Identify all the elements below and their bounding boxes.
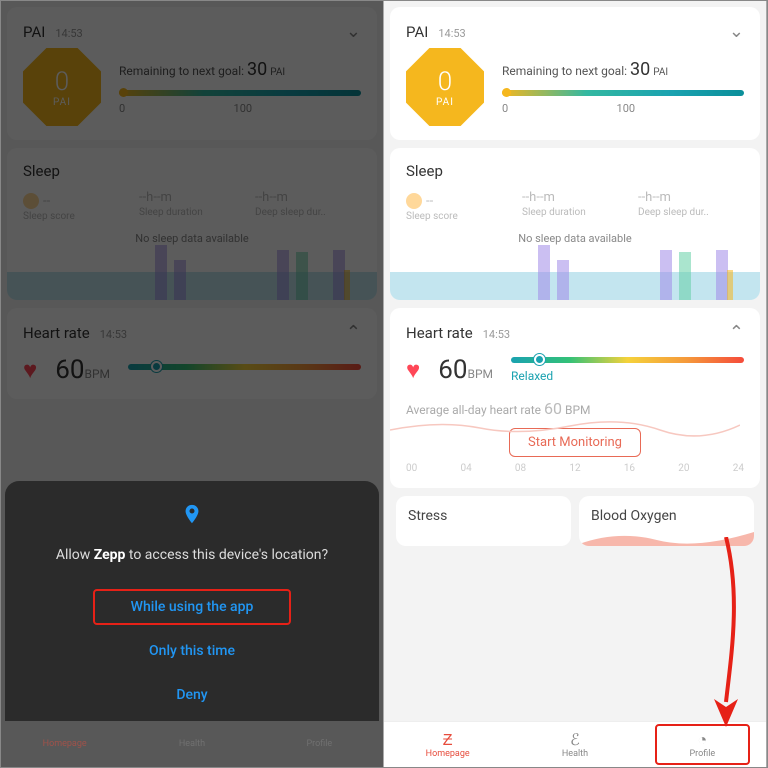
permission-overlay: Allow Zepp to access this device's locat… — [1, 1, 383, 767]
blood-oxygen-card[interactable]: Blood Oxygen — [579, 496, 754, 546]
health-icon: ℰ — [570, 730, 580, 748]
pai-card[interactable]: PAI 14:53 ⌄ 0 PAI Remaining to next goal… — [390, 7, 760, 140]
homepage-icon: Ƶ — [443, 730, 453, 748]
permission-message: Allow Zepp to access this device's locat… — [25, 547, 359, 563]
hr-status: Relaxed — [511, 369, 744, 383]
hr-time-axis: 00040812162024 — [406, 463, 744, 474]
stress-card[interactable]: Stress — [396, 496, 571, 546]
screen-left-dimmed: PAI 14:53 ⌄ 0 PAI Remaining to next goal… — [1, 1, 384, 767]
chevron-up-icon[interactable]: ⌃ — [729, 322, 744, 343]
pai-octagon-badge: 0 PAI — [406, 48, 484, 126]
pai-title: PAI — [406, 23, 428, 41]
sleep-face-icon — [406, 193, 422, 209]
heart-icon: ♥ — [406, 356, 420, 385]
sleep-card[interactable]: Sleep --Sleep score --h--mSleep duration… — [390, 148, 760, 300]
bottom-navbar: Ƶ Homepage ℰ Health ◔ Profile — [384, 721, 766, 767]
nav-health[interactable]: ℰ Health — [511, 722, 638, 767]
chevron-down-icon[interactable]: ⌄ — [729, 21, 744, 42]
pai-time: 14:53 — [438, 27, 465, 40]
nav-profile[interactable]: Profile — [256, 721, 383, 767]
nav-profile[interactable]: ◔ Profile — [639, 722, 766, 767]
nav-homepage[interactable]: Ƶ Homepage — [384, 722, 511, 767]
heart-rate-card[interactable]: Heart rate 14:53 ⌃ ♥ 60BPM Relaxed Avera… — [390, 308, 760, 488]
hr-wave-chart — [390, 400, 740, 440]
perm-only-once-button[interactable]: Only this time — [25, 629, 359, 673]
sleep-chart: No sleep data available — [390, 230, 760, 300]
perm-while-using-button[interactable]: While using the app — [25, 585, 359, 629]
profile-icon: ◔ — [697, 730, 707, 748]
cards-scroll: PAI 14:53 ⌄ 0 PAI Remaining to next goal… — [384, 1, 766, 721]
hr-scale-bar — [511, 357, 744, 363]
location-pin-icon — [25, 503, 359, 531]
screen-right: PAI 14:53 ⌄ 0 PAI Remaining to next goal… — [384, 1, 767, 767]
perm-deny-button[interactable]: Deny — [25, 673, 359, 717]
pai-progress-bar — [502, 90, 744, 96]
nav-homepage[interactable]: Homepage — [1, 721, 128, 767]
nav-health[interactable]: Health — [128, 721, 255, 767]
permission-dialog: Allow Zepp to access this device's locat… — [5, 481, 379, 721]
